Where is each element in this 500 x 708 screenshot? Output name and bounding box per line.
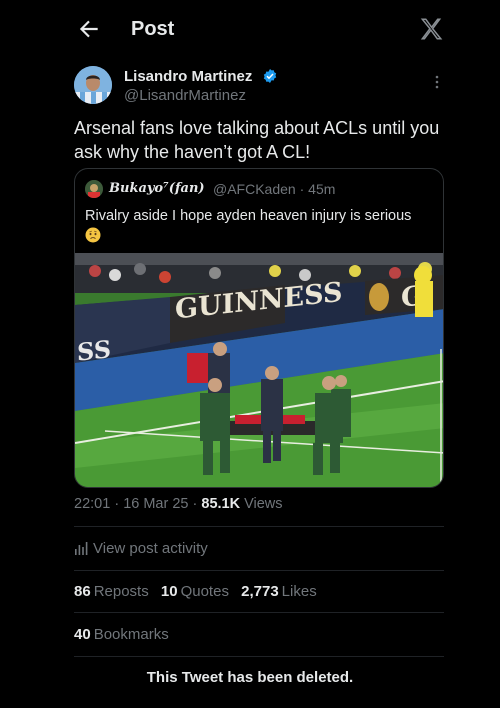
- quoted-post-text: Rivalry aside I hope ayden heaven injury…: [85, 206, 425, 246]
- x-logo-icon: [420, 18, 443, 40]
- deleted-notice: This Tweet has been deleted.: [146, 669, 354, 686]
- bar-chart-icon: [75, 542, 88, 555]
- page-title: Post: [131, 18, 175, 40]
- bookmarks-stat[interactable]: 40 Bookmarks: [74, 626, 169, 643]
- author-handle[interactable]: @LisandrMartinez: [124, 87, 246, 104]
- reposts-stat[interactable]: 86 Reposts: [74, 583, 149, 600]
- quotes-stat[interactable]: 10 Quotes: [161, 583, 229, 600]
- quoted-author-avatar: [85, 180, 103, 198]
- post-meta: 22:01 · 16 Mar 25 · 85.1K Views: [74, 496, 283, 512]
- quoted-author-handle: @AFCKaden: [213, 181, 296, 197]
- quoted-post-header: Bukayo⁷(fan) @AFCKaden · 45m: [85, 180, 435, 198]
- view-post-activity-label: View post activity: [93, 540, 208, 557]
- post-time: 22:01: [74, 496, 111, 512]
- author-avatar[interactable]: [74, 66, 112, 104]
- top-bar: Post: [0, 0, 500, 60]
- more-options-icon[interactable]: [429, 72, 445, 92]
- verified-badge-icon: [263, 69, 277, 83]
- divider: [74, 656, 444, 657]
- quoted-time-ago: 45m: [308, 181, 336, 197]
- divider: [74, 612, 444, 613]
- post-author: Lisandro Martinez @LisandrMartinez: [74, 66, 446, 110]
- quoted-author-name: Bukayo⁷(fan): [109, 181, 205, 196]
- worried-face-emoji-icon: [85, 227, 101, 243]
- quoted-author-meta: @AFCKaden · 45m: [213, 181, 336, 197]
- views-count: 85.1K: [201, 496, 241, 512]
- quoted-post[interactable]: Bukayo⁷(fan) @AFCKaden · 45m Rivalry asi…: [74, 168, 444, 488]
- divider: [74, 570, 444, 571]
- view-post-activity-link[interactable]: View post activity: [74, 538, 324, 560]
- likes-stat[interactable]: 2,773 Likes: [241, 583, 317, 600]
- divider: [74, 526, 444, 527]
- engagement-stats: 86 Reposts 10 Quotes 2,773 Likes: [74, 583, 325, 600]
- arrow-left-icon[interactable]: [76, 16, 102, 42]
- views-label: Views: [244, 496, 283, 512]
- post-date: 16 Mar 25: [123, 496, 189, 512]
- post-text: Arsenal fans love talking about ACLs unt…: [74, 118, 440, 162]
- quoted-post-image[interactable]: GUINNESS SS G: [75, 253, 444, 487]
- author-name[interactable]: Lisandro Martinez: [124, 68, 252, 85]
